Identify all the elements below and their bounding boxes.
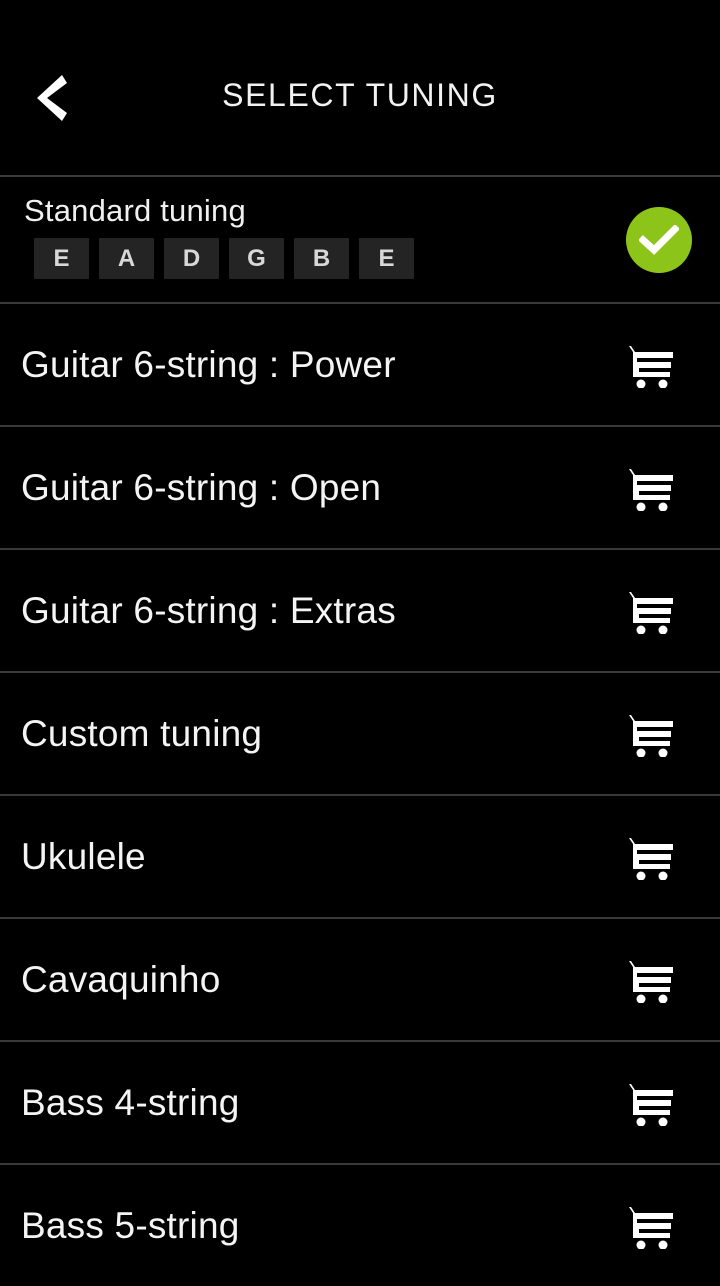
shopping-cart-icon[interactable] (620, 711, 674, 757)
list-item[interactable]: Guitar 6-string : Power (0, 304, 720, 425)
page-title: SELECT TUNING (222, 77, 498, 113)
list-item[interactable]: Bass 5-string (0, 1165, 720, 1286)
shopping-cart-icon[interactable] (620, 957, 674, 1003)
list-item[interactable]: Bass 4-string (0, 1042, 720, 1163)
select-tuning-screen: SELECT TUNING Standard tuning E A D G B … (0, 0, 720, 1286)
list-item[interactable]: Custom tuning (0, 673, 720, 794)
list-item-label: Ukulele (21, 835, 146, 877)
list-item-label: Custom tuning (21, 712, 263, 754)
check-icon (639, 224, 679, 255)
shopping-cart-glyph (621, 837, 673, 880)
list-item[interactable]: Guitar 6-string : Open (0, 427, 720, 548)
string-chip: B (294, 238, 349, 279)
shopping-cart-glyph (621, 345, 673, 388)
list-item-label: Bass 5-string (21, 1204, 240, 1246)
string-chip: E (359, 238, 414, 279)
list-item[interactable]: Cavaquinho (0, 919, 720, 1040)
shopping-cart-glyph (621, 1206, 673, 1249)
shopping-cart-glyph (621, 1083, 673, 1126)
tuning-list: Standard tuning E A D G B E Guitar 6-str… (0, 177, 720, 1286)
shopping-cart-glyph (621, 591, 673, 634)
list-item-label: Cavaquinho (21, 958, 221, 1000)
shopping-cart-icon[interactable] (620, 1080, 674, 1126)
standard-tuning-label: Standard tuning (24, 193, 246, 228)
shopping-cart-icon[interactable] (620, 465, 674, 511)
string-chip: E (34, 238, 89, 279)
string-note-chips: E A D G B E (34, 238, 414, 279)
selected-check-badge (626, 206, 692, 273)
shopping-cart-glyph (621, 468, 673, 511)
shopping-cart-icon[interactable] (620, 588, 674, 634)
list-item-label: Bass 4-string (21, 1081, 240, 1123)
string-chip: D (164, 238, 219, 279)
list-item[interactable]: Guitar 6-string : Extras (0, 550, 720, 671)
list-item-label: Guitar 6-string : Open (21, 466, 382, 508)
shopping-cart-glyph (621, 714, 673, 757)
string-chip: G (229, 238, 284, 279)
list-item-standard-tuning[interactable]: Standard tuning E A D G B E (0, 177, 720, 302)
list-item[interactable]: Ukulele (0, 796, 720, 917)
string-chip: A (99, 238, 154, 279)
list-item-label: Guitar 6-string : Power (21, 343, 396, 385)
shopping-cart-icon[interactable] (620, 1203, 674, 1249)
shopping-cart-icon[interactable] (620, 834, 674, 880)
shopping-cart-icon[interactable] (620, 342, 674, 388)
shopping-cart-glyph (621, 960, 673, 1003)
app-header: SELECT TUNING (0, 0, 720, 175)
list-item-label: Guitar 6-string : Extras (21, 589, 396, 631)
